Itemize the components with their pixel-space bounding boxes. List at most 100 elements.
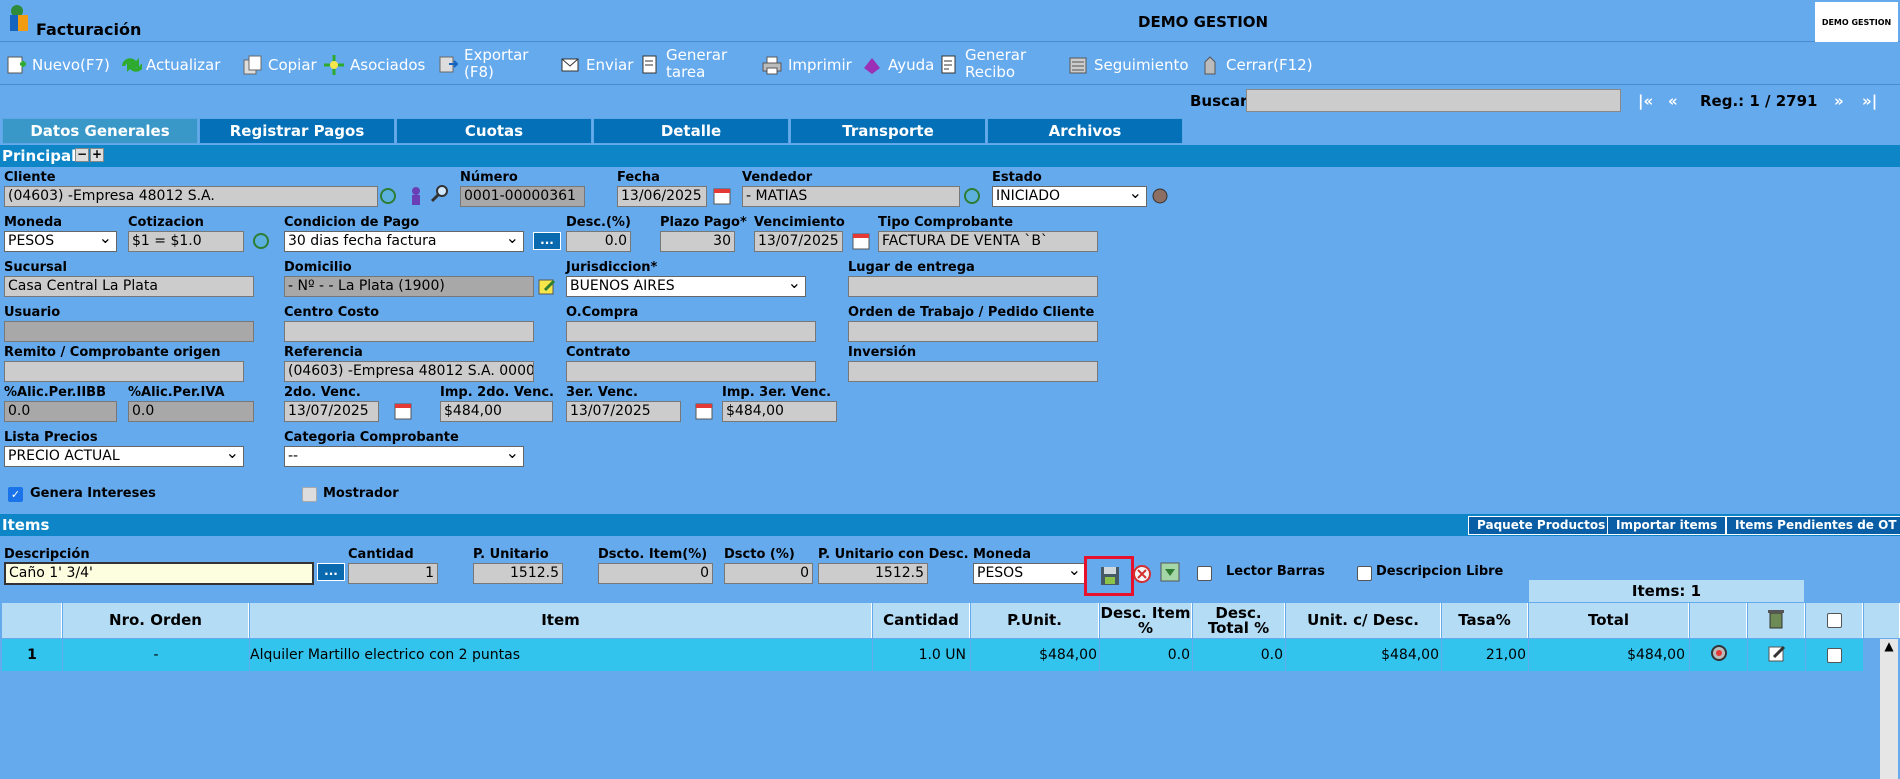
- remito-field[interactable]: [4, 361, 244, 382]
- centro-field[interactable]: [284, 321, 534, 342]
- scroll-up-icon[interactable]: ▲: [1880, 639, 1898, 653]
- settings-icon[interactable]: [1708, 642, 1730, 668]
- descripcion-libre-checkbox[interactable]: [1357, 566, 1372, 581]
- lista-select[interactable]: PRECIO ACTUAL: [4, 446, 244, 467]
- contrato-field[interactable]: [566, 361, 816, 382]
- lector-barras-checkbox[interactable]: [1197, 566, 1212, 581]
- jurisdiccion-select[interactable]: BUENOS AIRES: [566, 276, 806, 297]
- row-select-checkbox[interactable]: [1827, 647, 1842, 663]
- sucursal-field[interactable]: Casa Central La Plata: [4, 276, 254, 297]
- search-client-icon[interactable]: [430, 184, 450, 204]
- paquete-productos-button[interactable]: Paquete Productos: [1468, 516, 1615, 535]
- mostrador-checkbox[interactable]: [302, 487, 317, 502]
- delete-item-icon[interactable]: [1132, 564, 1152, 584]
- iibb-field[interactable]: 0.0: [4, 401, 117, 422]
- referencia-field[interactable]: (04603) -Empresa 48012 S.A. 0000: [284, 361, 534, 382]
- edit-icon[interactable]: [1767, 643, 1787, 667]
- down-arrow-icon[interactable]: [1160, 562, 1180, 582]
- descripcion-input[interactable]: Caño 1' 3/4': [4, 562, 314, 585]
- cantidad-input[interactable]: 1: [348, 563, 438, 584]
- task-button[interactable]: Generar tarea: [638, 47, 736, 81]
- vendedor-field[interactable]: - MATIAS: [742, 186, 960, 207]
- plazo-field[interactable]: 30: [660, 231, 735, 252]
- person-icon[interactable]: [406, 186, 426, 206]
- estado-select[interactable]: INICIADO: [992, 186, 1147, 207]
- calendar-vencimiento-icon[interactable]: [851, 231, 871, 251]
- tab-detalle[interactable]: Detalle: [593, 118, 789, 144]
- iva-field[interactable]: 0.0: [128, 401, 254, 422]
- copy-button[interactable]: Copiar: [240, 53, 317, 77]
- refresh-rate-icon[interactable]: [251, 231, 271, 251]
- descripcion-more-button[interactable]: ...: [317, 563, 345, 581]
- item-moneda-select[interactable]: PESOS: [973, 563, 1086, 584]
- orden-field[interactable]: [848, 321, 1098, 342]
- condicion-select[interactable]: 30 dias fecha factura: [284, 231, 524, 252]
- domicilio-field[interactable]: - Nº - - La Plata (1900): [284, 276, 534, 297]
- pu-desc-input[interactable]: 1512.5: [818, 563, 928, 584]
- new-label: Nuevo(F7): [32, 55, 110, 74]
- inversion-field[interactable]: [848, 361, 1098, 382]
- categoria-select[interactable]: --: [284, 446, 524, 467]
- venc2-field[interactable]: 13/07/2025: [284, 401, 379, 422]
- new-button[interactable]: Nuevo(F7): [4, 53, 110, 77]
- row-item[interactable]: Alquiler Martillo electrico con 2 puntas: [250, 639, 872, 671]
- edit-address-icon[interactable]: [537, 276, 557, 296]
- first-record-button[interactable]: |«: [1638, 92, 1653, 110]
- usuario-field[interactable]: [4, 321, 254, 342]
- numero-field[interactable]: 0001-00000361: [460, 186, 585, 207]
- calendar-venc3-icon[interactable]: [694, 401, 714, 421]
- trash-icon[interactable]: [1766, 608, 1786, 633]
- refresh-vendor-icon[interactable]: [962, 186, 982, 206]
- record-counter: Reg.: 1 / 2791: [1700, 92, 1818, 110]
- help-button[interactable]: Ayuda: [860, 53, 934, 77]
- venc3-field[interactable]: 13/07/2025: [566, 401, 681, 422]
- items-pendientes-button[interactable]: Items Pendientes de OT: [1726, 516, 1900, 535]
- ocompra-field[interactable]: [566, 321, 816, 342]
- tab-transporte[interactable]: Transporte: [790, 118, 986, 144]
- lugar-field[interactable]: [848, 276, 1098, 297]
- imp2-field[interactable]: $484,00: [440, 401, 553, 422]
- desc-field[interactable]: 0.0: [566, 231, 631, 252]
- tracking-button[interactable]: Seguimiento: [1066, 53, 1189, 77]
- dscto-item-input[interactable]: 0: [598, 563, 713, 584]
- calendar-venc2-icon[interactable]: [393, 401, 413, 421]
- calendar-icon[interactable]: [712, 186, 732, 206]
- send-button[interactable]: Enviar: [558, 53, 633, 77]
- fecha-field[interactable]: 13/06/2025: [617, 186, 707, 207]
- close-button[interactable]: Cerrar(F12): [1198, 53, 1313, 77]
- dscto-input[interactable]: 0: [724, 563, 813, 584]
- cotizacion-field[interactable]: $1 = $1.0: [128, 231, 244, 252]
- tipo-field[interactable]: FACTURA DE VENTA `B`: [878, 231, 1098, 252]
- associated-button[interactable]: Asociados: [322, 53, 425, 77]
- globe-icon[interactable]: [1150, 186, 1170, 206]
- search-input[interactable]: [1246, 89, 1621, 112]
- col-tasa-header: Tasa%: [1442, 603, 1528, 638]
- vencimiento-field[interactable]: 13/07/2025: [754, 231, 843, 252]
- moneda-select[interactable]: PESOS: [4, 231, 117, 252]
- punitario-input[interactable]: 1512.5: [473, 563, 563, 584]
- genera-intereses-checkbox[interactable]: ✓: [8, 487, 23, 502]
- tab-registrar-pagos[interactable]: Registrar Pagos: [199, 118, 395, 144]
- expand-icon[interactable]: +: [90, 148, 104, 162]
- save-item-icon[interactable]: [1098, 564, 1122, 588]
- prev-record-button[interactable]: «: [1668, 92, 1678, 110]
- tab-archivos[interactable]: Archivos: [987, 118, 1183, 144]
- importar-items-button[interactable]: Importar items: [1607, 516, 1727, 535]
- imp3-field[interactable]: $484,00: [722, 401, 837, 422]
- scrollbar[interactable]: ▲: [1880, 639, 1898, 779]
- col-total-header: Total: [1529, 603, 1689, 638]
- refresh-button[interactable]: Actualizar: [118, 53, 220, 77]
- tab-datos-generales[interactable]: Datos Generales: [2, 118, 198, 144]
- cliente-field[interactable]: (04603) -Empresa 48012 S.A.: [4, 186, 378, 207]
- print-button[interactable]: Imprimir: [760, 53, 852, 77]
- export-button[interactable]: Exportar (F8): [436, 47, 534, 81]
- select-all-checkbox[interactable]: [1826, 613, 1842, 628]
- tab-cuotas[interactable]: Cuotas: [396, 118, 592, 144]
- condicion-more-button[interactable]: ...: [533, 232, 561, 250]
- categoria-label: Categoria Comprobante: [284, 430, 459, 445]
- receipt-button[interactable]: Generar Recibo: [937, 47, 1037, 81]
- next-record-button[interactable]: »: [1834, 92, 1844, 110]
- collapse-icon[interactable]: −: [75, 148, 89, 162]
- last-record-button[interactable]: »|: [1862, 92, 1877, 110]
- refresh-client-icon[interactable]: [378, 186, 398, 206]
